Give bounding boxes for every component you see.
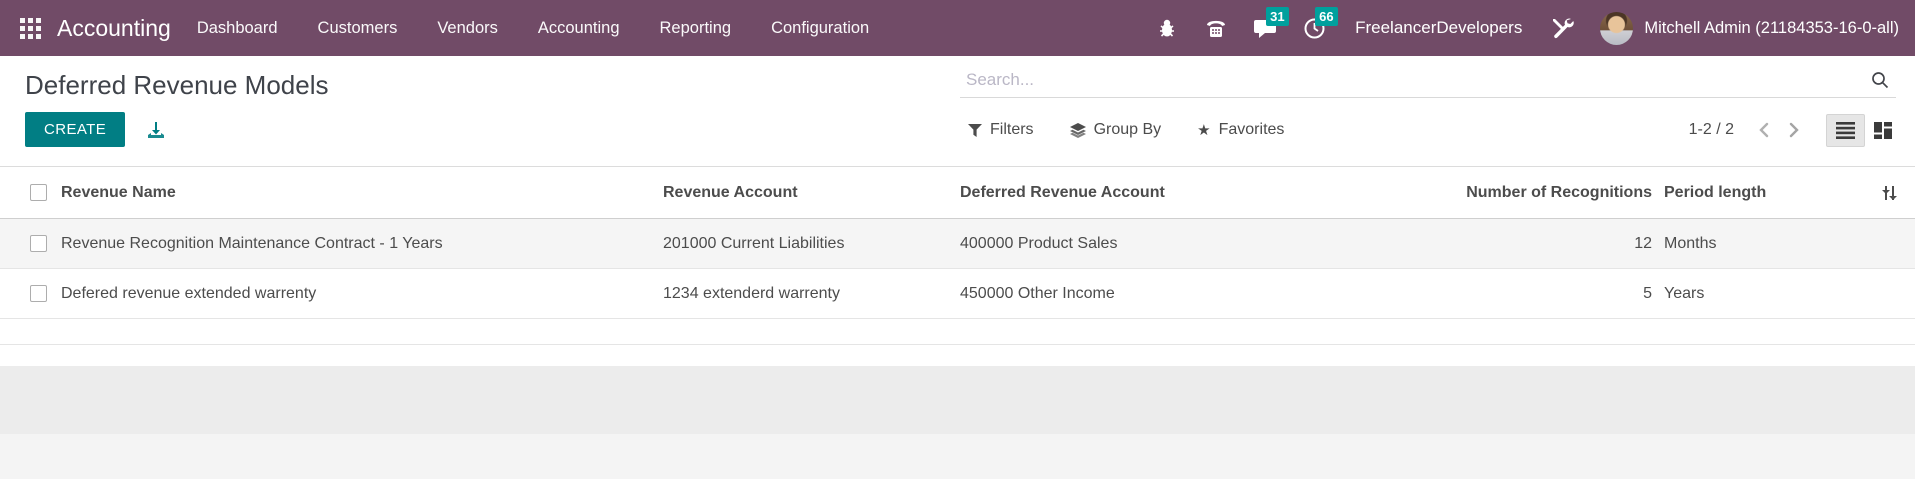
table-bottom-edge bbox=[0, 345, 1915, 368]
create-button[interactable]: CREATE bbox=[25, 112, 125, 147]
top-menu: Dashboard Customers Vendors Accounting R… bbox=[197, 19, 869, 38]
top-navbar: Accounting Dashboard Customers Vendors A… bbox=[0, 0, 1915, 56]
user-menu[interactable]: Mitchell Admin (21184353-16-0-all) bbox=[1644, 19, 1899, 38]
pager-previous-icon[interactable] bbox=[1756, 120, 1772, 140]
page-title: Deferred Revenue Models bbox=[25, 70, 329, 101]
app-name[interactable]: Accounting bbox=[57, 15, 171, 42]
voip-phone-icon[interactable] bbox=[1204, 16, 1228, 40]
search-input[interactable] bbox=[960, 70, 1870, 90]
tools-icon[interactable] bbox=[1551, 16, 1575, 40]
cell-deferred-revenue-account: 450000 Other Income bbox=[960, 285, 1460, 303]
main-content: Deferred Revenue Models CREATE bbox=[0, 56, 1915, 479]
menu-customers[interactable]: Customers bbox=[318, 19, 398, 38]
layers-icon bbox=[1070, 123, 1086, 138]
header-number-of-recognitions[interactable]: Number of Recognitions bbox=[1460, 184, 1652, 202]
menu-configuration[interactable]: Configuration bbox=[771, 19, 869, 38]
optional-columns-toggle[interactable] bbox=[1802, 185, 1915, 201]
star-icon: ★ bbox=[1197, 123, 1210, 138]
user-avatar[interactable] bbox=[1600, 12, 1633, 45]
pager: 1-2 / 2 bbox=[1689, 108, 1901, 152]
select-all-checkbox[interactable] bbox=[30, 184, 47, 201]
search-facets: Filters Group By ★ Favorites bbox=[968, 108, 1284, 152]
empty-table-space bbox=[0, 319, 1915, 345]
group-by-button[interactable]: Group By bbox=[1070, 121, 1162, 139]
control-panel: CREATE Filters Gro bbox=[0, 108, 1915, 152]
pager-range: 1-2 / 2 bbox=[1689, 121, 1734, 139]
apps-menu-icon[interactable] bbox=[20, 18, 41, 39]
table-row[interactable]: Defered revenue extended warrenty 1234 e… bbox=[0, 269, 1915, 319]
messages-icon[interactable]: 31 bbox=[1253, 16, 1277, 40]
list-view-icon[interactable] bbox=[1826, 114, 1865, 147]
header-deferred-revenue-account[interactable]: Deferred Revenue Account bbox=[960, 184, 1460, 202]
cell-period-length: Years bbox=[1652, 285, 1802, 303]
page-background-footer bbox=[0, 434, 1915, 479]
menu-vendors[interactable]: Vendors bbox=[437, 19, 498, 38]
menu-accounting[interactable]: Accounting bbox=[538, 19, 620, 38]
activities-badge: 66 bbox=[1315, 7, 1337, 26]
debug-bug-icon[interactable] bbox=[1155, 16, 1179, 40]
view-switcher bbox=[1826, 114, 1901, 147]
export-download-icon[interactable] bbox=[147, 121, 165, 139]
pager-next-icon[interactable] bbox=[1786, 120, 1802, 140]
activities-clock-icon[interactable]: 66 bbox=[1302, 16, 1326, 40]
row-checkbox[interactable] bbox=[30, 235, 47, 252]
cell-revenue-account: 1234 extenderd warrenty bbox=[663, 285, 960, 303]
row-checkbox[interactable] bbox=[30, 285, 47, 302]
search-icon[interactable] bbox=[1870, 70, 1890, 90]
header-revenue-account[interactable]: Revenue Account bbox=[663, 184, 960, 202]
cell-revenue-account: 201000 Current Liabilities bbox=[663, 235, 960, 253]
funnel-icon bbox=[968, 124, 982, 137]
cell-revenue-name: Defered revenue extended warrenty bbox=[61, 285, 663, 303]
cell-period-length: Months bbox=[1652, 235, 1802, 253]
deferred-revenue-models-table: Revenue Name Revenue Account Deferred Re… bbox=[0, 166, 1915, 368]
company-switcher[interactable]: FreelancerDevelopers bbox=[1355, 18, 1522, 38]
cell-deferred-revenue-account: 400000 Product Sales bbox=[960, 235, 1460, 253]
page-background bbox=[0, 366, 1915, 434]
table-header-row: Revenue Name Revenue Account Deferred Re… bbox=[0, 167, 1915, 219]
table-row[interactable]: Revenue Recognition Maintenance Contract… bbox=[0, 219, 1915, 269]
cell-revenue-name: Revenue Recognition Maintenance Contract… bbox=[61, 235, 663, 253]
messages-badge: 31 bbox=[1266, 7, 1288, 26]
systray: 31 66 FreelancerDevelopers Mitchell Admi… bbox=[1155, 12, 1899, 45]
favorites-button[interactable]: ★ Favorites bbox=[1197, 121, 1284, 139]
cell-number-of-recognitions: 5 bbox=[1460, 285, 1652, 303]
header-period-length[interactable]: Period length bbox=[1652, 184, 1802, 202]
adjust-columns-icon bbox=[1882, 185, 1897, 201]
menu-dashboard[interactable]: Dashboard bbox=[197, 19, 278, 38]
menu-reporting[interactable]: Reporting bbox=[660, 19, 732, 38]
header-revenue-name[interactable]: Revenue Name bbox=[61, 184, 663, 202]
kanban-view-icon[interactable] bbox=[1865, 115, 1901, 146]
cell-number-of-recognitions: 12 bbox=[1460, 235, 1652, 253]
filters-button[interactable]: Filters bbox=[968, 121, 1034, 139]
search-bar bbox=[960, 62, 1896, 98]
